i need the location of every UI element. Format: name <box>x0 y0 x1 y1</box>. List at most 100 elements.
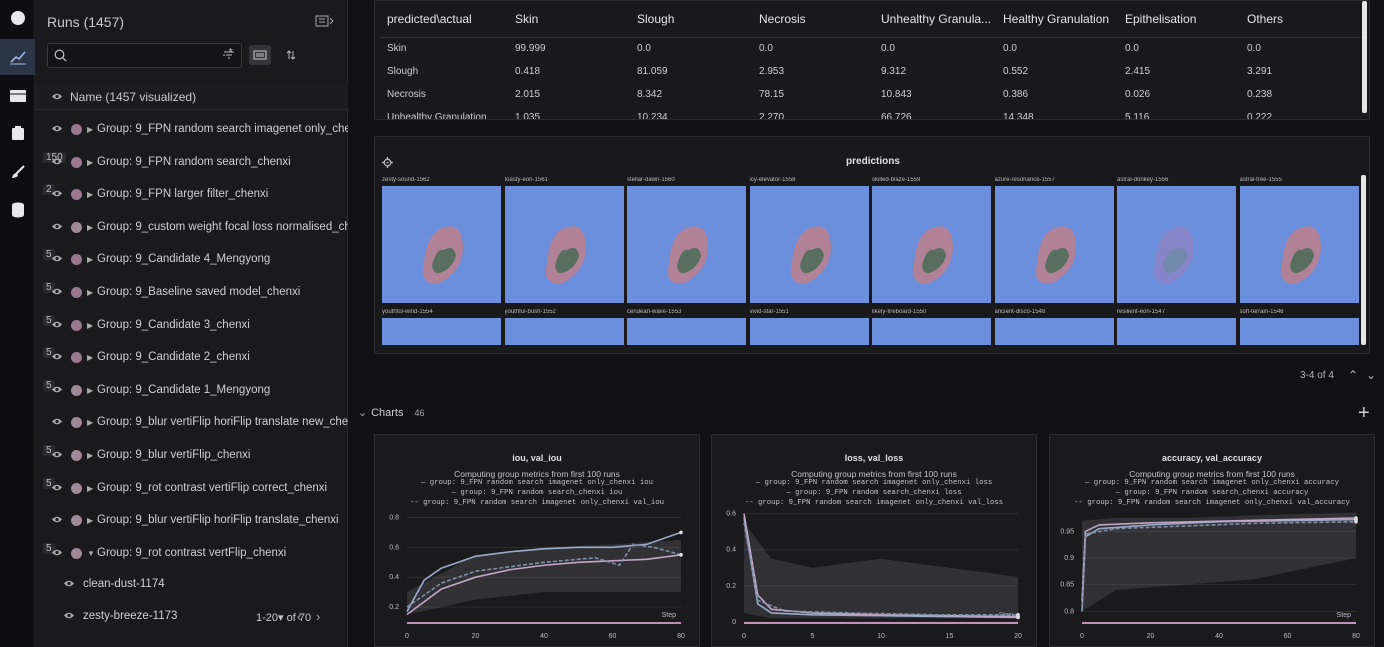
artifacts-icon[interactable] <box>0 115 35 151</box>
eye-icon[interactable] <box>51 515 63 527</box>
run-color-dot[interactable] <box>71 254 82 266</box>
caret-right-icon[interactable]: ▶ <box>87 386 93 395</box>
run-row[interactable]: clean-dust-1174 <box>35 573 215 597</box>
run-search-input[interactable] <box>72 47 212 65</box>
eye-icon[interactable] <box>51 254 63 266</box>
column-header[interactable]: Unhealthy Granula... <box>875 1 997 38</box>
run-color-dot[interactable] <box>71 482 82 494</box>
prediction-mask-image[interactable] <box>994 318 1114 345</box>
caret-right-icon[interactable]: ▶ <box>87 190 93 199</box>
page-up-icon[interactable]: ⌃ <box>1348 368 1358 382</box>
prediction-item[interactable]: icy-elevator-1558 <box>749 177 869 303</box>
prediction-item[interactable]: youthful-bush-1552 <box>504 309 624 345</box>
caret-right-icon[interactable]: ▶ <box>87 516 93 525</box>
run-color-dot[interactable] <box>71 515 82 527</box>
caret-down-icon[interactable]: ▼ <box>87 549 95 558</box>
prediction-item[interactable]: resilient-eon-1547 <box>1117 309 1236 345</box>
line-chart-panel[interactable]: loss, val_loss Computing group metrics fr… <box>711 434 1037 647</box>
group-button[interactable] <box>249 45 271 65</box>
eye-icon[interactable] <box>51 189 63 201</box>
eye-icon[interactable] <box>63 579 75 591</box>
run-color-dot[interactable] <box>71 352 82 364</box>
run-group-row[interactable]: ▶ Group: 9_Candidate 2_chenxi 5 <box>35 346 348 370</box>
prediction-mask-image[interactable] <box>504 186 624 303</box>
eye-icon[interactable] <box>51 417 63 429</box>
prediction-mask-image[interactable] <box>994 186 1114 303</box>
eye-icon[interactable] <box>51 483 63 495</box>
run-color-dot[interactable] <box>71 450 82 461</box>
prediction-mask-image[interactable] <box>872 186 991 303</box>
run-group-row[interactable]: ▶ Group: 9_custom weight focal loss norma… <box>35 216 348 240</box>
run-row[interactable]: zesty-breeze-1173 <box>35 605 215 629</box>
prediction-item[interactable]: astral-donkey-1556 <box>1117 177 1236 303</box>
column-header[interactable]: Skin <box>509 1 631 38</box>
page-down-icon[interactable]: ⌄ <box>1366 368 1376 382</box>
prediction-mask-image[interactable] <box>1117 318 1236 345</box>
prediction-mask-image[interactable] <box>749 186 869 303</box>
prediction-item[interactable]: vivid-star-1551 <box>749 309 869 345</box>
sweep-icon[interactable] <box>0 154 35 190</box>
runs-name-header[interactable]: Name (1457 visualized) <box>35 83 348 110</box>
prediction-mask-image[interactable] <box>749 318 869 345</box>
caret-right-icon[interactable]: ▶ <box>87 353 93 362</box>
prediction-item[interactable]: ancient-disco-1548 <box>994 309 1114 345</box>
table-scrollbar[interactable] <box>1362 1 1367 113</box>
predictions-scrollbar[interactable] <box>1361 175 1366 345</box>
run-color-dot[interactable] <box>71 156 82 168</box>
run-group-row[interactable]: ▶ Group: 9_Candidate 4_Mengyong 5 <box>35 248 348 272</box>
eye-icon[interactable] <box>51 385 63 397</box>
prediction-mask-image[interactable] <box>627 186 746 303</box>
run-group-row[interactable]: ▶ Group: 9_blur vertiFlip horiFlip transl… <box>35 411 348 435</box>
prediction-mask-image[interactable] <box>627 318 746 345</box>
table-icon[interactable] <box>0 78 35 114</box>
next-page-icon[interactable]: › <box>316 609 320 624</box>
eye-icon[interactable] <box>63 611 75 623</box>
prediction-mask-image[interactable] <box>504 318 624 345</box>
prev-page-icon[interactable]: ‹ <box>297 609 301 624</box>
caret-right-icon[interactable]: ▶ <box>87 484 93 493</box>
prediction-mask-image[interactable] <box>382 318 501 345</box>
column-header[interactable]: Epithelisation <box>1119 1 1241 38</box>
prediction-item[interactable]: zesty-sound-1562 <box>382 177 501 303</box>
eye-icon[interactable] <box>51 157 63 169</box>
run-color-dot[interactable] <box>71 287 82 298</box>
prediction-item[interactable]: youthful-wind-1554 <box>382 309 501 345</box>
run-color-dot[interactable] <box>71 124 82 135</box>
charts-section-header[interactable]: ⌄ Charts 46 <box>358 406 425 419</box>
column-header[interactable]: Slough <box>631 1 753 38</box>
prediction-mask-image[interactable] <box>1239 318 1359 345</box>
add-panel-button[interactable]: + <box>1358 402 1370 425</box>
run-group-row[interactable]: ▶ Group: 9_Baseline saved model_chenxi 5 <box>35 281 348 305</box>
caret-right-icon[interactable]: ▶ <box>87 288 93 297</box>
run-group-row[interactable]: ▶ Group: 9_FPN random search imagenet onl… <box>35 118 348 142</box>
eye-icon[interactable] <box>51 320 63 332</box>
eye-icon[interactable] <box>51 124 63 136</box>
run-color-dot[interactable] <box>71 547 82 559</box>
prediction-mask-image[interactable] <box>872 318 991 345</box>
prediction-item[interactable]: toasty-eon-1561 <box>504 177 624 303</box>
prediction-item[interactable]: stellar-dawn-1560 <box>627 177 746 303</box>
prediction-item[interactable]: astral-tree-1555 <box>1239 177 1359 303</box>
filter-button[interactable] <box>218 45 240 65</box>
sort-button[interactable] <box>280 45 302 65</box>
line-chart-panel[interactable]: accuracy, val_accuracy Computing group me… <box>1049 434 1375 647</box>
eye-icon[interactable] <box>51 222 63 234</box>
run-group-row[interactable]: ▶ Group: 9_FPN random search_chenxi 150 <box>35 151 348 175</box>
prediction-item[interactable]: cerulean-wave-1553 <box>627 309 746 345</box>
eye-icon[interactable] <box>51 287 63 299</box>
eye-icon[interactable] <box>51 90 63 104</box>
column-header[interactable]: Healthy Granulation <box>997 1 1119 38</box>
line-chart-panel[interactable]: iou, val_iou Computing group metrics from… <box>374 434 700 647</box>
collapse-sidebar-icon[interactable] <box>315 14 335 32</box>
run-color-dot[interactable] <box>71 319 82 331</box>
run-group-row[interactable]: ▶ Group: 9_Candidate 3_chenxi 5 <box>35 314 348 338</box>
caret-right-icon[interactable]: ▶ <box>87 125 93 134</box>
eye-icon[interactable] <box>51 352 63 364</box>
prediction-item[interactable]: soft-terrain-1546 <box>1239 309 1359 345</box>
run-group-row[interactable]: ▶ Group: 9_Candidate 1_Mengyong 5 <box>35 379 348 403</box>
run-group-row[interactable]: ▶ Group: 9_rot contrast vertiFlip correct… <box>35 477 348 501</box>
run-color-dot[interactable] <box>71 417 82 429</box>
caret-right-icon[interactable]: ▶ <box>87 321 93 330</box>
prediction-item[interactable]: skilled-blaze-1559 <box>872 177 991 303</box>
run-group-row[interactable]: ▶ Group: 9_FPN larger filter_chenxi 2 <box>35 183 348 207</box>
